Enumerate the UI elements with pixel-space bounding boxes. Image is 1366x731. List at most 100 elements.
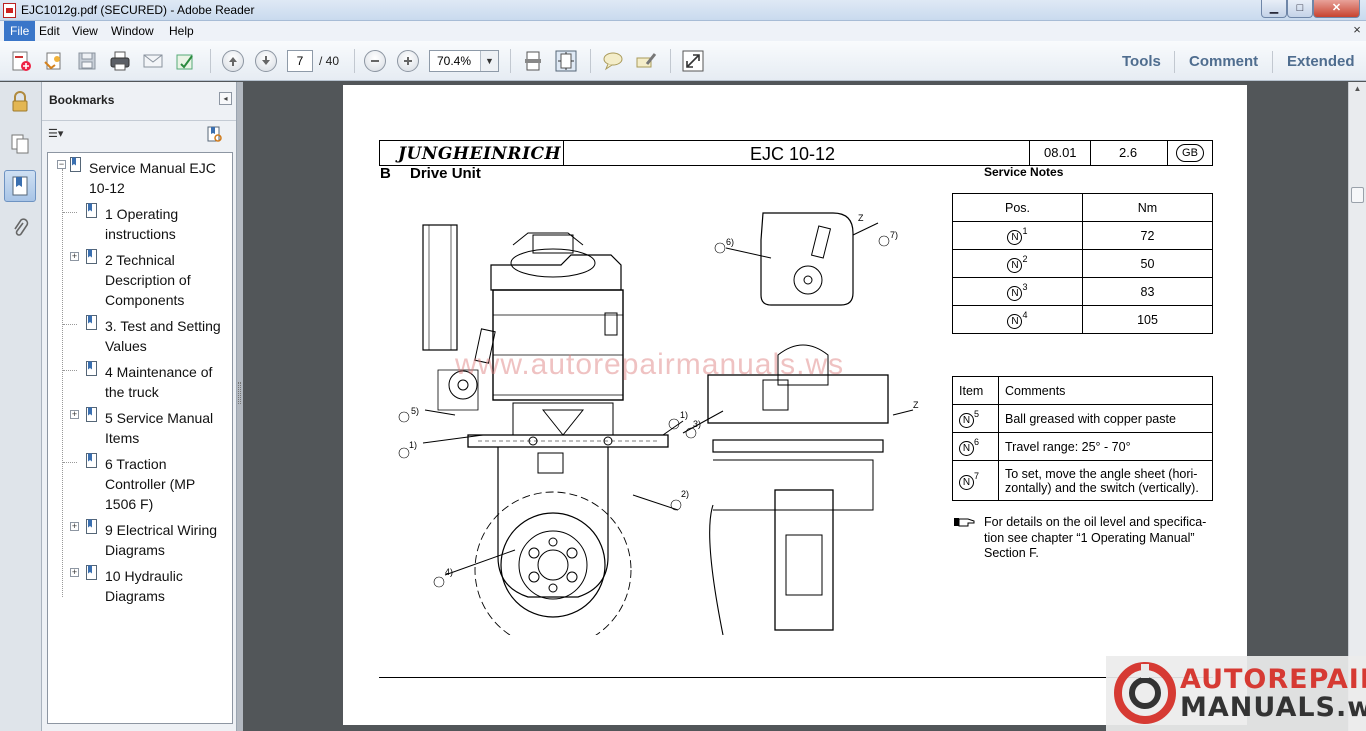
bookmark-item-traction-controller[interactable]: 6 Traction Controller (MP 1506 F) xyxy=(105,454,195,514)
diagram-label-1a: 1) xyxy=(409,440,417,450)
document-version: 2.6 xyxy=(1119,145,1138,160)
table-cell-comment: Ball greased with copper paste xyxy=(998,404,1213,433)
print-icon[interactable] xyxy=(108,49,132,73)
tree-connector xyxy=(63,324,77,325)
fit-width-icon[interactable] xyxy=(521,49,545,73)
attachments-icon[interactable] xyxy=(4,212,36,244)
scroll-up-icon[interactable]: ▲ xyxy=(1351,84,1364,97)
document-close-button[interactable]: × xyxy=(1350,22,1364,38)
bookmark-item-test-setting-values[interactable]: 3. Test and Setting Values xyxy=(105,316,221,356)
bookmark-item-label: Items xyxy=(105,430,140,446)
diagram-label-2: 2) xyxy=(681,489,689,499)
item-number: 6 xyxy=(974,437,980,448)
splitter-grip[interactable] xyxy=(238,382,241,404)
menu-help[interactable]: Help xyxy=(163,21,200,41)
bookmark-icon xyxy=(86,315,97,330)
bookmark-item-operating-instructions[interactable]: 1 Operating instructions xyxy=(105,204,178,244)
adobe-reader-window: EJC1012g.pdf (SECURED) - Adobe Reader ▁ … xyxy=(0,0,1366,731)
scroll-thumb[interactable] xyxy=(1351,187,1364,203)
expand-node-icon[interactable]: + xyxy=(70,568,79,577)
table-header-row: Pos. Nm xyxy=(952,193,1213,222)
page-number-input[interactable]: 7 xyxy=(287,50,313,72)
tree-connector xyxy=(63,462,77,463)
item-number: 5 xyxy=(974,409,980,420)
comment-bubble-icon[interactable] xyxy=(601,49,625,73)
bookmark-item-service-manual-items[interactable]: 5 Service Manual Items xyxy=(105,408,213,448)
bookmark-item-maintenance[interactable]: 4 Maintenance of the truck xyxy=(105,362,212,402)
open-icon[interactable] xyxy=(42,49,66,73)
bookmarks-title: Bookmarks xyxy=(49,93,115,107)
email-icon[interactable] xyxy=(141,49,165,73)
close-button[interactable]: ✕ xyxy=(1313,0,1360,18)
create-pdf-icon[interactable] xyxy=(9,49,33,73)
collapse-node-icon[interactable]: − xyxy=(57,160,66,169)
tools-pane-button[interactable]: Tools xyxy=(1122,53,1161,70)
pos-number: 3 xyxy=(1022,282,1028,293)
bookmark-icon xyxy=(86,407,97,422)
diagram-label-3: 3) xyxy=(693,419,701,429)
menu-view[interactable]: View xyxy=(66,21,104,41)
pages-icon[interactable] xyxy=(4,128,36,160)
vertical-scrollbar[interactable]: ▲ xyxy=(1348,82,1366,731)
expand-node-icon[interactable]: + xyxy=(70,410,79,419)
sign-icon[interactable] xyxy=(174,49,198,73)
bookmark-item-label: 6 Traction xyxy=(105,456,167,472)
bookmark-item-label: 4 Maintenance of xyxy=(105,364,213,380)
highlight-icon[interactable] xyxy=(634,49,658,73)
lock-icon[interactable] xyxy=(4,86,36,118)
bookmark-item-label: 1 Operating xyxy=(105,206,179,222)
table-row: N6 Travel range: 25° - 70° xyxy=(952,432,1213,461)
expand-node-icon[interactable]: + xyxy=(70,522,79,531)
bookmark-icon xyxy=(86,519,97,534)
bookmarks-icon[interactable] xyxy=(4,170,36,202)
bookmark-item-label: Diagrams xyxy=(105,588,165,604)
collapse-panel-button[interactable]: ◂ xyxy=(219,92,232,105)
table-cell-pos: N4 xyxy=(952,305,1083,334)
table-cell-nm: 72 xyxy=(1082,221,1213,250)
zoom-in-icon[interactable] xyxy=(396,49,420,73)
bookmark-item-hydraulic-diagrams[interactable]: 10 Hydraulic Diagrams xyxy=(105,566,183,606)
bookmark-item-label: Controller (MP xyxy=(105,476,196,492)
bookmark-item-label: 3. Test and Setting xyxy=(105,318,221,334)
options-menu-icon[interactable]: ☰▾ xyxy=(48,127,74,143)
table-cell-nm: 50 xyxy=(1082,249,1213,278)
menu-edit[interactable]: Edit xyxy=(33,21,66,41)
note-text: For details on the oil level and specifi… xyxy=(984,515,1207,560)
zoom-level-select[interactable]: 70.4% ▼ xyxy=(429,50,499,72)
minimize-button[interactable]: ▁ xyxy=(1261,0,1287,18)
zoom-out-icon[interactable] xyxy=(363,49,387,73)
bookmark-item-technical-description[interactable]: 2 Technical Description of Components xyxy=(105,250,191,310)
document-model: EJC 10-12 xyxy=(750,144,836,164)
bookmark-item-label: 5 Service Manual xyxy=(105,410,214,426)
diagram-label-z1: Z xyxy=(858,213,864,223)
table-header-nm: Nm xyxy=(1082,193,1213,222)
next-page-icon[interactable] xyxy=(254,49,278,73)
document-date: 08.01 xyxy=(1044,145,1077,160)
chevron-down-icon[interactable]: ▼ xyxy=(480,51,498,71)
menu-window[interactable]: Window xyxy=(105,21,160,41)
fit-page-icon[interactable] xyxy=(554,49,578,73)
table-cell-nm: 83 xyxy=(1082,277,1213,306)
page-total: / 40 xyxy=(319,54,340,68)
document-viewport[interactable]: JUNGHEINRICH EJC 10-12 08.01 2.6 GB B Dr… xyxy=(243,82,1348,731)
n-circle-icon: N xyxy=(959,412,974,428)
menu-file[interactable]: File xyxy=(4,21,36,41)
diagram-label-7: 7) xyxy=(890,230,898,240)
bookmark-item-label: 9 Electrical Wiring xyxy=(105,522,218,538)
n-circle-icon: N xyxy=(959,440,974,456)
table-cell-comment: Travel range: 25° - 70° xyxy=(998,432,1213,461)
previous-page-icon[interactable] xyxy=(221,49,245,73)
find-bookmark-icon[interactable] xyxy=(205,125,225,145)
comment-pane-button[interactable]: Comment xyxy=(1189,53,1258,70)
maximize-button[interactable]: □ xyxy=(1287,0,1313,18)
bookmark-item-electrical-wiring[interactable]: 9 Electrical Wiring Diagrams xyxy=(105,520,217,560)
expand-node-icon[interactable]: + xyxy=(70,252,79,261)
bookmark-icon xyxy=(86,453,97,468)
save-icon[interactable] xyxy=(75,49,99,73)
expand-icon[interactable] xyxy=(681,49,705,73)
bookmark-root[interactable]: Service Manual EJC 10-12 xyxy=(89,158,216,198)
toolbar-separator xyxy=(670,49,671,73)
bookmark-item-label: Values xyxy=(105,338,147,354)
extended-pane-button[interactable]: Extended xyxy=(1287,53,1355,70)
n-circle-icon: N xyxy=(1007,229,1023,245)
